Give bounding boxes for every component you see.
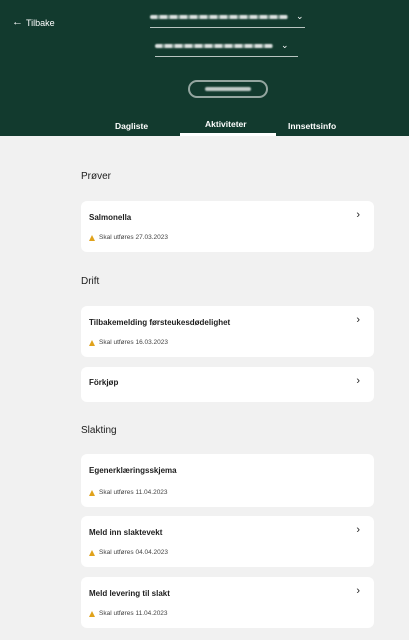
warning-icon (89, 549, 95, 556)
due-date-text: Skal utføres 11.04.2023 (99, 610, 168, 617)
redacted-selector-value (155, 43, 273, 48)
chevron-right-icon: › (356, 314, 360, 326)
back-button[interactable]: ← Tilbake (12, 17, 55, 28)
chevron-right-icon: › (356, 585, 360, 597)
redacted-pill-label (205, 87, 251, 91)
activity-title: Förkjøp (89, 378, 119, 387)
activity-title: Salmonella (89, 213, 132, 222)
section-title-prover: Prøver (81, 171, 111, 182)
warning-icon (89, 610, 95, 617)
chevron-right-icon: › (356, 209, 360, 221)
due-date-text: Skal utføres 27.03.2023 (99, 234, 169, 241)
chevron-right-icon: › (356, 524, 360, 536)
tab-innsettsinfo[interactable]: Innsettsinfo (288, 121, 336, 131)
due-date: Skal utføres 04.04.2023 (89, 549, 168, 556)
activity-card-forkjop[interactable]: Förkjøp › (81, 367, 374, 402)
activity-card-egenerklaering[interactable]: Egenerklæringsskjema Skal utføres 11.04.… (81, 454, 374, 507)
activity-title: Meld inn slaktevekt (89, 528, 163, 537)
active-tab-indicator (180, 133, 276, 136)
due-date: Skal utføres 27.03.2023 (89, 234, 168, 241)
due-date: Skal utføres 11.04.2023 (89, 489, 168, 496)
tab-aktiviteter[interactable]: Aktiviteter (205, 119, 247, 129)
activity-card-levering[interactable]: Meld levering til slakt › Skal utføres 1… (81, 577, 374, 628)
redacted-pill-button[interactable] (188, 80, 268, 98)
tab-dagliste[interactable]: Dagliste (115, 121, 148, 131)
due-date-text: Skal utføres 04.04.2023 (99, 549, 169, 556)
unit-selector[interactable]: ⌄ (155, 40, 298, 57)
activity-card-salmonella[interactable]: Salmonella › Skal utføres 27.03.2023 (81, 201, 374, 252)
activity-title: Egenerklæringsskjema (89, 466, 177, 475)
due-date-text: Skal utføres 16.03.2023 (99, 339, 169, 346)
selector-underline (155, 56, 298, 57)
chevron-down-icon: ⌄ (281, 40, 289, 50)
activity-card-tilbakemelding[interactable]: Tilbakemelding førsteukesdødelighet › Sk… (81, 306, 374, 357)
section-title-drift: Drift (81, 276, 100, 287)
back-label: Tilbake (26, 17, 55, 28)
redacted-selector-value (150, 14, 288, 19)
arrow-left-icon: ← (12, 16, 23, 28)
farm-selector[interactable]: ⌄ (150, 11, 305, 28)
selector-underline (150, 27, 305, 28)
due-date: Skal utføres 16.03.2023 (89, 339, 168, 346)
tab-bar: Dagliste Aktiviteter Innsettsinfo (0, 116, 409, 136)
chevron-down-icon: ⌄ (296, 11, 304, 21)
warning-icon (89, 234, 95, 241)
warning-icon (89, 339, 95, 346)
due-date-text: Skal utføres 11.04.2023 (99, 489, 168, 496)
activity-card-slaktevekt[interactable]: Meld inn slaktevekt › Skal utføres 04.04… (81, 516, 374, 567)
section-title-slakting: Slakting (81, 425, 117, 436)
header: ← Tilbake ⌄ ⌄ Dagliste Aktiviteter Innse… (0, 0, 409, 136)
chevron-right-icon: › (356, 375, 360, 387)
activity-title: Tilbakemelding førsteukesdødelighet (89, 318, 231, 327)
due-date: Skal utføres 11.04.2023 (89, 610, 168, 617)
warning-icon (89, 489, 95, 496)
activity-title: Meld levering til slakt (89, 589, 170, 598)
